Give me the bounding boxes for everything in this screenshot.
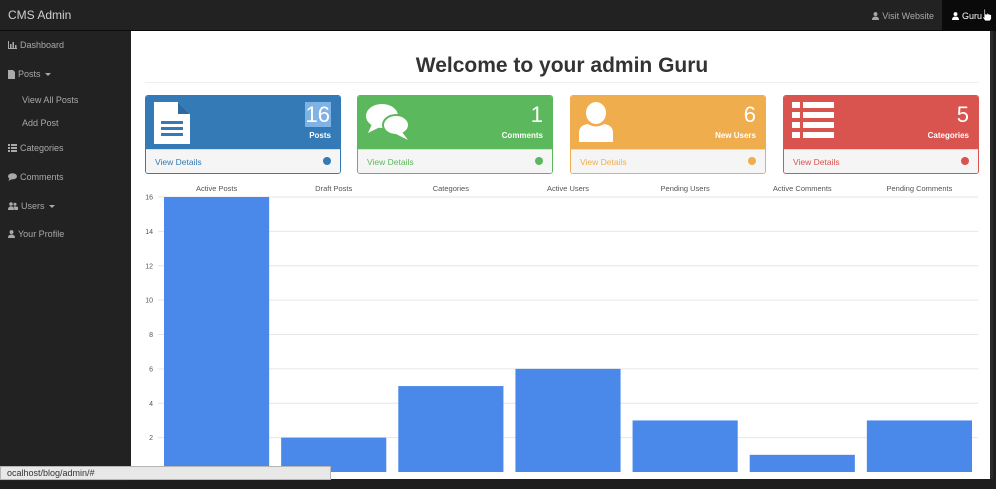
x-category-label: Pending Comments (886, 184, 952, 193)
chevron-down-icon (48, 204, 55, 208)
categories-count: 5 (956, 102, 969, 127)
chart-bar (515, 368, 621, 472)
view-details-label: View Details (367, 157, 414, 167)
users-icon (8, 202, 18, 210)
user-icon (951, 11, 959, 20)
arrow-circle-right-icon (961, 157, 969, 165)
new-users-panel: 6 New Users View Details (570, 95, 766, 174)
chart-bar (398, 386, 504, 472)
chart-bar (164, 197, 270, 472)
new-users-count: 6 (743, 102, 756, 127)
bottom-strip (0, 481, 996, 489)
sidebar-item-label: Dashboard (20, 40, 65, 50)
sidebar-item-dashboard[interactable]: Dashboard (8, 40, 64, 50)
user-menu-label: Guru (961, 10, 982, 21)
user-icon (872, 11, 880, 20)
comments-icon (366, 104, 410, 140)
sidebar-item-your-profile[interactable]: Your Profile (8, 229, 64, 239)
sidebar-item-label: Categories (20, 143, 64, 153)
categories-label: Categories (927, 131, 969, 140)
chart-bar (632, 420, 738, 472)
file-text-icon (154, 102, 190, 144)
y-tick-label: 8 (149, 332, 153, 339)
sidebar-item-label: Posts (18, 69, 41, 79)
view-details-link[interactable]: View Details (571, 149, 765, 173)
y-tick-label: 12 (145, 263, 153, 270)
panel-heading: 6 New Users (571, 96, 765, 149)
categories-panel: 5 Categories View Details (783, 95, 979, 174)
user-icon (8, 230, 15, 238)
x-category-label: Draft Posts (315, 184, 352, 193)
view-details-link[interactable]: View Details (146, 149, 340, 173)
bar-chart-icon (8, 41, 17, 49)
comments-label: Comments (501, 131, 543, 140)
browser-status-bar: ocalhost/blog/admin/# (0, 466, 331, 480)
sidebar-item-comments[interactable]: Comments (8, 172, 64, 182)
main-content: Welcome to your admin Guru 16 Posts View… (131, 31, 993, 479)
x-category-label: Active Comments (773, 184, 832, 193)
view-details-link[interactable]: View Details (358, 149, 552, 173)
x-category-label: Active Posts (196, 184, 238, 193)
title-divider (145, 82, 979, 83)
comments-count: 1 (530, 102, 543, 127)
y-tick-label: 4 (149, 401, 153, 408)
list-icon (792, 102, 834, 138)
view-details-label: View Details (155, 157, 202, 167)
page-title: Welcome to your admin Guru (415, 54, 709, 77)
list-icon (8, 144, 17, 152)
y-tick-label: 10 (145, 298, 153, 305)
x-category-label: Active Users (547, 184, 589, 193)
sidebar-item-label: Users (21, 201, 45, 211)
stats-bar-chart: 2 4 6 8 10 12 14 16 Active Posts Draft Posts Categ… (145, 184, 978, 472)
new-users-label: New Users (715, 131, 756, 140)
visit-website-label: Visit Website (882, 10, 934, 21)
posts-label: Posts (309, 131, 331, 140)
posts-count: 16 (304, 102, 331, 127)
arrow-circle-right-icon (748, 157, 756, 165)
y-tick-label: 14 (145, 229, 153, 236)
arrow-circle-right-icon (535, 157, 543, 165)
brand-link[interactable]: CMS Admin (8, 8, 71, 22)
sidebar-subitem-add-post[interactable]: Add Post (22, 118, 59, 128)
hand-cursor-icon (981, 8, 992, 22)
comment-icon (8, 173, 17, 181)
file-icon (8, 69, 15, 79)
panel-heading: 1 Comments (358, 96, 552, 149)
chart-bar (866, 420, 972, 472)
view-details-label: View Details (580, 157, 627, 167)
x-category-label: Categories (433, 184, 470, 193)
top-navbar: CMS Admin Visit Website Guru (0, 0, 996, 31)
y-tick-label: 2 (149, 435, 153, 442)
panel-heading: 5 Categories (784, 96, 978, 149)
chevron-down-icon (44, 72, 51, 76)
posts-panel: 16 Posts View Details (145, 95, 341, 174)
sidebar-subitem-view-all-posts[interactable]: View All Posts (22, 95, 78, 105)
y-tick-label: 6 (149, 366, 153, 373)
chart-bar (749, 454, 855, 472)
comments-panel: 1 Comments View Details (357, 95, 553, 174)
x-category-label: Pending Users (661, 184, 710, 193)
view-details-link[interactable]: View Details (784, 149, 978, 173)
sidebar-item-users[interactable]: Users (8, 201, 55, 211)
sidebar-item-posts[interactable]: Posts (8, 69, 51, 79)
panel-heading: 16 Posts (146, 96, 340, 149)
user-icon (579, 102, 613, 142)
sidebar-item-categories[interactable]: Categories (8, 143, 64, 153)
view-details-label: View Details (793, 157, 840, 167)
sidebar: Dashboard Posts View All Posts Add Post … (0, 31, 131, 489)
navbar-right: Visit Website Guru (864, 0, 996, 31)
sidebar-item-label: Comments (20, 172, 64, 182)
sidebar-item-label: Your Profile (18, 229, 65, 239)
app-window: CMS Admin Visit Website Guru Dashboard P… (0, 0, 996, 489)
y-tick-label: 16 (145, 195, 153, 202)
arrow-circle-right-icon (323, 157, 331, 165)
visit-website-link[interactable]: Visit Website (864, 0, 942, 31)
